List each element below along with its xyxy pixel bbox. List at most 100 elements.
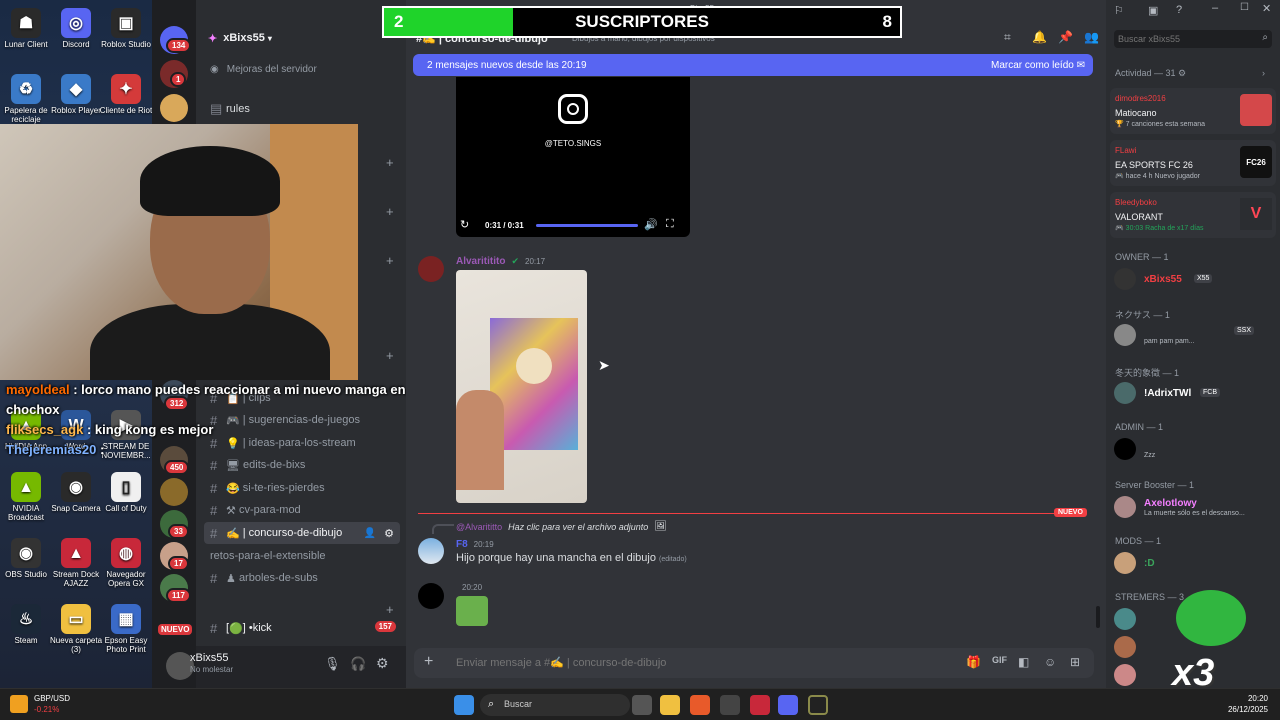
channel-rules[interactable]: ▤ rules (204, 98, 400, 120)
task-view-icon[interactable] (632, 695, 652, 715)
video-embed[interactable]: @TETO.SINGS ↻ 0:31 / 0:31 🔊 ⛶ (456, 77, 690, 237)
headphones-icon[interactable]: 🎧 (350, 656, 366, 672)
help-icon[interactable]: ? (1176, 4, 1182, 16)
weather-widget-icon[interactable] (10, 695, 28, 713)
activity-card[interactable]: FLawi EA SPORTS FC 26 🎮 hace 4 h Nuevo j… (1110, 140, 1276, 186)
threads-icon[interactable]: ⌗ (1004, 30, 1011, 45)
member-row[interactable]: :D (1114, 552, 1274, 576)
reply-preview[interactable]: @Alvarititto Haz clic para ver el archiv… (456, 521, 667, 532)
pepe-sticker[interactable] (456, 596, 488, 626)
channel-si-te-ries[interactable]: # 😂 si-te-ries-pierdes (204, 477, 400, 499)
desktop-icon[interactable]: ◍ Navegador Opera GX (96, 538, 156, 588)
new-messages-text: 2 mensajes nuevos desde las 20:19 (427, 60, 587, 71)
search-input[interactable] (1114, 31, 1254, 47)
server-icon[interactable] (160, 478, 188, 506)
discord-icon[interactable] (778, 695, 798, 715)
activity-detail-text: 7 canciones esta semana (1125, 121, 1206, 128)
add-channel-icon[interactable]: + (386, 253, 394, 268)
invite-icon[interactable]: 👤 (364, 528, 376, 539)
add-channel-icon[interactable]: + (386, 602, 394, 617)
desktop-icon[interactable]: ✦ Cliente de Riot (96, 74, 156, 115)
server-icon-xbixs[interactable] (160, 94, 188, 122)
replay-icon[interactable]: ↻ (460, 218, 469, 231)
member-list: ⌕ ⚐ ▣ ? – ☐ ✕ Actividad — 31 ⚙ › dimodre… (1106, 0, 1280, 688)
author-name[interactable]: F8 (456, 539, 468, 550)
add-attachment-icon[interactable]: + (424, 653, 433, 671)
member-row[interactable]: pam pam pam... SSX (1114, 324, 1274, 350)
app-icon: ◉ (11, 538, 41, 568)
channel-kick[interactable]: #[🟢] •kick 157 (204, 617, 400, 639)
emoji-icon[interactable]: ☺ (1044, 655, 1056, 669)
close-icon[interactable]: ✕ (1262, 2, 1271, 15)
member-row[interactable]: Zzz (1114, 438, 1274, 464)
rail-badge: 33 (168, 524, 189, 539)
app-icon: ◉ (61, 472, 91, 502)
new-messages-bar[interactable]: 2 mensajes nuevos desde las 20:19 Marcar… (413, 54, 1093, 76)
channel-concurso-de-dibujo[interactable]: # ✍ | concurso-de-dibujo 👤 ⚙ (204, 522, 400, 544)
pin-icon[interactable]: 📌 (1058, 30, 1073, 44)
activity-detail-text: hace 4 h Nuevo jugador (1125, 173, 1201, 180)
add-channel-icon[interactable]: + (386, 348, 394, 363)
app-icon: ♨ (11, 604, 41, 634)
gif-icon[interactable]: GIF (992, 655, 1007, 665)
screen-icon[interactable]: ▣ (1148, 4, 1158, 17)
gear-icon[interactable]: ⚙ (376, 655, 389, 672)
minimize-icon[interactable]: – (1212, 2, 1218, 14)
add-channel-icon[interactable]: + (386, 204, 394, 219)
apps-icon[interactable]: ⊞ (1070, 655, 1080, 669)
desktop-icon[interactable]: ▦ Epson Easy Photo Print (96, 604, 156, 654)
avatar[interactable] (418, 538, 444, 564)
chat-scrollbar[interactable] (1096, 606, 1100, 628)
channel-cv-para-mod[interactable]: # ⚒ cv-para-mod (204, 499, 400, 521)
server-boost-link[interactable]: ◉ Mejoras del servidor (210, 64, 317, 75)
avatar[interactable] (1114, 664, 1136, 686)
server-header[interactable]: ✦ xBixs55 ▾ (208, 30, 398, 46)
search-box[interactable]: ⌕ (1114, 30, 1272, 48)
message-header: 20:20 (456, 583, 482, 592)
author-name[interactable]: Alvarititito (456, 256, 505, 267)
activity-card[interactable]: dimodres2016 Matiocano 🏆 7 canciones est… (1110, 88, 1276, 134)
boost-gem-icon: ◉ (210, 64, 219, 75)
gift-icon[interactable]: 🎁 (966, 655, 981, 669)
message-input[interactable]: + 🎁 GIF ◧ ☺ ⊞ (414, 648, 1094, 678)
gear-icon[interactable]: ⚙ (384, 527, 394, 540)
taskbar-search[interactable]: ⌕ Buscar (480, 694, 630, 716)
members-icon[interactable]: 👥 (1084, 30, 1099, 44)
avatar[interactable] (418, 256, 444, 282)
channel-retos[interactable]: retos-para-el-extensible (204, 545, 400, 567)
file-explorer-icon[interactable] (660, 695, 680, 715)
fullscreen-icon[interactable]: ⛶ (666, 218, 674, 231)
channel-emoji: ✍ (226, 527, 240, 540)
message-field[interactable] (456, 655, 896, 671)
brave-icon[interactable] (690, 695, 710, 715)
obs-icon[interactable] (720, 695, 740, 715)
sticker-icon[interactable]: ◧ (1018, 655, 1029, 669)
volume-icon[interactable]: 🔊 (644, 218, 658, 231)
activity-card[interactable]: Bleedyboko VALORANT 🎮 30:03 Racha de x17… (1110, 192, 1276, 238)
activity-user: dimodres2016 (1115, 94, 1166, 103)
chevron-right-icon[interactable]: › (1262, 68, 1265, 78)
member-row[interactable]: Axelotlowy La muerte sólo es el descanso… (1114, 496, 1274, 522)
member-row[interactable]: !AdrixTWl FCB (1114, 382, 1274, 406)
member-row[interactable]: xBixs55 X55 (1114, 268, 1274, 292)
desktop-icon[interactable]: ▯ Call of Duty (96, 472, 156, 513)
add-channel-icon[interactable]: + (386, 155, 394, 170)
avatar[interactable] (418, 583, 444, 609)
channel-arboles[interactable]: # ♟ arboles-de-subs (204, 567, 400, 589)
drawing-image[interactable] (456, 270, 587, 503)
rules-icon: ▤ (210, 101, 223, 116)
stream-dock-icon[interactable] (750, 695, 770, 715)
app-icon[interactable] (808, 695, 828, 715)
maximize-icon[interactable]: ☐ (1240, 2, 1249, 13)
mark-read-button[interactable]: Marcar como leído ✉ (991, 60, 1085, 71)
desktop-icon[interactable]: ▣ Roblox Studio (96, 8, 156, 49)
inbox-icon[interactable]: ⚐ (1114, 4, 1124, 17)
microphone-icon[interactable]: 🎙 (324, 656, 341, 672)
activity-user: Bleedyboko (1115, 198, 1157, 207)
windows-start-icon[interactable] (454, 695, 474, 715)
app-icon: ▣ (111, 8, 141, 38)
avatar[interactable] (1114, 636, 1136, 658)
avatar[interactable] (1114, 608, 1136, 630)
bell-icon[interactable]: 🔔 (1032, 30, 1047, 44)
video-progress[interactable] (536, 224, 638, 227)
